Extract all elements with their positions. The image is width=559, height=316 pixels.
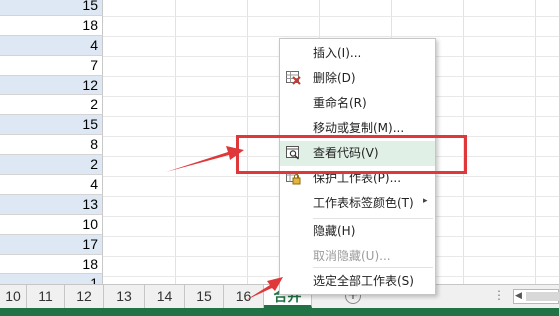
cell[interactable]: 2 xyxy=(0,95,103,116)
menu-item-select-all-sheets[interactable]: 选定全部工作表(S) xyxy=(280,269,435,294)
sheet-tab[interactable]: 16 xyxy=(224,285,264,308)
grid-line xyxy=(103,16,559,17)
menu-item-label: 移动或复制(M)... xyxy=(313,121,405,135)
menu-item-tab-color[interactable]: 工作表标签颜色(T) ▸ xyxy=(280,191,435,216)
cell[interactable]: 12 xyxy=(0,75,103,96)
menu-item-hide[interactable]: 隐藏(H) xyxy=(280,219,435,244)
tab-split-handle[interactable]: ⋮ xyxy=(493,288,505,302)
menu-item-label: 选定全部工作表(S) xyxy=(313,274,414,288)
menu-item-rename[interactable]: 重命名(R) xyxy=(280,91,435,116)
sheet-tab[interactable]: 11 xyxy=(27,285,65,308)
cell[interactable]: 4 xyxy=(0,35,103,56)
cell[interactable]: 10 xyxy=(0,214,103,235)
menu-item-label: 工作表标签颜色(T) xyxy=(313,196,414,210)
menu-item-label: 插入(I)... xyxy=(313,46,362,60)
data-column: 15 18 4 7 12 2 15 8 2 4 13 10 17 18 1 7 xyxy=(0,0,103,284)
menu-item-label: 删除(D) xyxy=(313,71,356,85)
cell[interactable]: 18 xyxy=(0,254,103,275)
cell[interactable]: 2 xyxy=(0,155,103,176)
sheet-tab[interactable]: 10 xyxy=(0,285,27,308)
cell[interactable]: 18 xyxy=(0,15,103,36)
menu-separator xyxy=(313,267,433,268)
sheet-tab[interactable]: 15 xyxy=(185,285,224,308)
menu-item-label: 重命名(R) xyxy=(313,96,367,110)
scroll-left-icon[interactable]: ◀ xyxy=(515,290,522,303)
cell[interactable]: 4 xyxy=(0,175,103,195)
submenu-arrow-icon: ▸ xyxy=(423,196,428,206)
cell[interactable]: 7 xyxy=(0,55,103,76)
sheet-tab[interactable]: 12 xyxy=(65,285,104,308)
menu-item-insert[interactable]: 插入(I)... xyxy=(280,41,435,66)
cell[interactable]: 15 xyxy=(0,0,103,16)
delete-sheet-icon xyxy=(286,71,301,85)
grid-line xyxy=(103,36,559,37)
grid-line xyxy=(175,0,176,284)
annotation-highlight-box xyxy=(236,135,467,174)
sheet-tab[interactable]: 13 xyxy=(104,285,145,308)
menu-item-delete[interactable]: 删除(D) xyxy=(280,66,435,91)
horizontal-scrollbar[interactable]: ◀ xyxy=(513,289,559,304)
grid-line xyxy=(535,0,536,284)
cell[interactable]: 13 xyxy=(0,194,103,215)
scrollbar-thumb[interactable] xyxy=(526,292,559,301)
cell[interactable]: 8 xyxy=(0,135,103,156)
cell[interactable]: 1 xyxy=(0,274,103,284)
menu-item-unhide: 取消隐藏(U)... xyxy=(280,244,435,269)
cell[interactable]: 17 xyxy=(0,234,103,255)
menu-item-label: 取消隐藏(U)... xyxy=(313,249,391,263)
status-bar xyxy=(0,308,559,316)
sheet-tab[interactable]: 14 xyxy=(145,285,185,308)
cell[interactable]: 15 xyxy=(0,115,103,136)
menu-item-label: 隐藏(H) xyxy=(313,224,356,238)
